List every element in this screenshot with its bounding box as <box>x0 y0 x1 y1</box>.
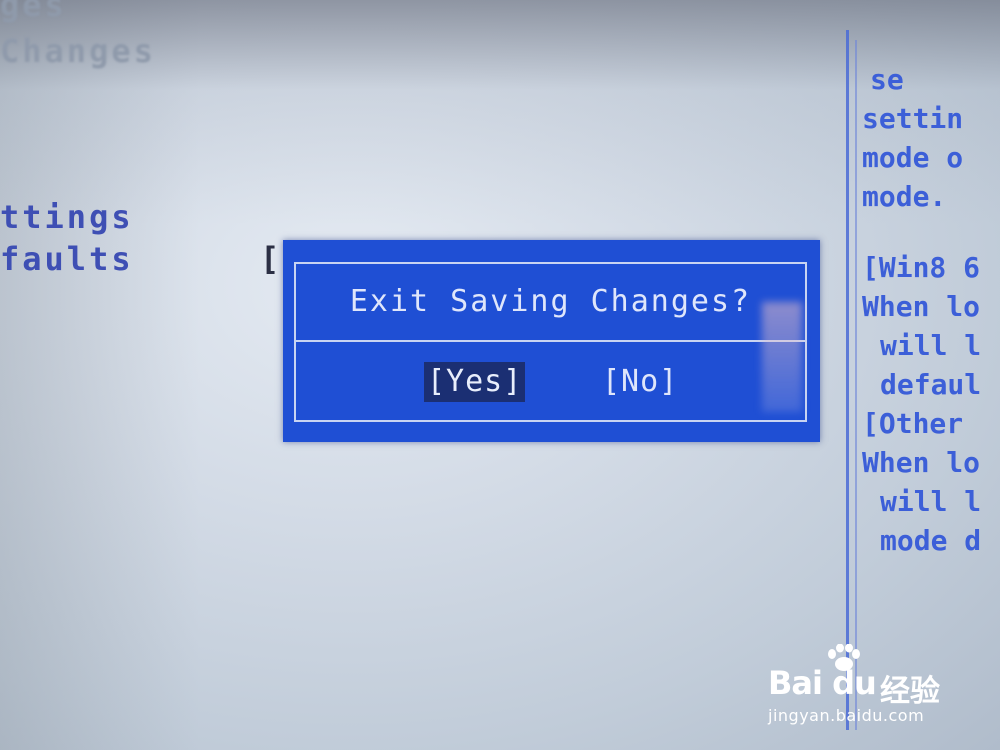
dialog-frame: Exit Saving Changes? [Yes] [No] <box>294 262 807 422</box>
help-line: [Win8 6 <box>862 251 981 284</box>
exit-saving-dialog: Exit Saving Changes? [Yes] [No] <box>283 240 820 442</box>
help-line: se <box>870 63 904 96</box>
help-line <box>862 216 1000 248</box>
help-line: defaul <box>880 368 982 401</box>
help-panel: se settin mode o mode. [Win8 6 When lo w… <box>862 60 1000 620</box>
help-line: will l <box>880 485 982 518</box>
yes-button[interactable]: [Yes] <box>424 362 526 402</box>
help-line: When lo <box>862 446 981 479</box>
baidu-jingyan-watermark: Bai du 经验 jingyan.baidu.com <box>768 644 958 730</box>
help-line: [Other <box>862 407 964 440</box>
left-menu-partial-2: Changes <box>0 32 156 70</box>
help-line: settin <box>862 102 964 135</box>
left-menu-value-bracket: [ <box>260 240 283 278</box>
left-menu-item-settings[interactable]: ttings <box>0 198 134 236</box>
help-line: When lo <box>862 290 981 323</box>
dialog-title: Exit Saving Changes? <box>349 284 752 319</box>
help-line: will l <box>880 329 982 362</box>
help-line: mode o <box>862 141 964 174</box>
baidu-logo-text: Bai du <box>768 664 877 702</box>
no-button[interactable]: [No] <box>602 362 678 402</box>
watermark-url: jingyan.baidu.com <box>768 706 925 725</box>
left-menu-item-defaults[interactable]: faults <box>0 240 134 278</box>
left-menu-partial-1: ges <box>0 0 67 24</box>
help-line: mode. <box>862 180 947 213</box>
panel-divider-inner <box>855 40 857 730</box>
panel-divider <box>846 30 849 730</box>
dialog-separator <box>296 340 805 342</box>
help-line: mode d <box>880 524 982 557</box>
jingyan-logo-text: 经验 <box>880 674 940 709</box>
